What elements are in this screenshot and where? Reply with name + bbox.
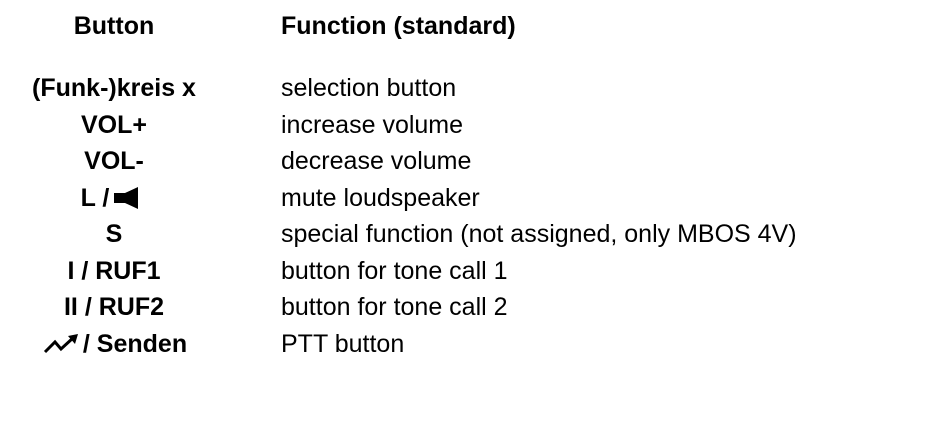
table-row: S special function (not assigned, only M…: [0, 216, 941, 253]
button-name: II / RUF2: [63, 293, 164, 321]
button-name: / Senden: [0, 326, 228, 362]
loudspeaker-icon: [111, 183, 147, 209]
button-name: L /: [0, 180, 228, 216]
button-function: button for tone call 1: [281, 256, 508, 285]
table-row: / Senden PTT button: [0, 326, 941, 363]
button-name: VOL+: [81, 110, 147, 139]
button-function: mute loudspeaker: [281, 183, 480, 212]
button-function: button for tone call 2: [281, 293, 508, 321]
button-name: VOL-: [84, 147, 144, 175]
table-row: (Funk-)kreis x selection button: [0, 70, 941, 107]
table-row: I / RUF1 button for tone call 1: [0, 253, 941, 290]
button-function-table: (Funk-)kreis x selection button VOL+ inc…: [0, 70, 941, 362]
table-row: II / RUF2 button for tone call 2: [0, 289, 941, 326]
header-function-column: Function (standard): [281, 12, 516, 40]
button-suffix: / Senden: [82, 329, 188, 358]
button-function: decrease volume: [281, 147, 472, 175]
table-header: Button Function (standard): [0, 8, 941, 44]
button-prefix: L /: [80, 183, 110, 212]
transmit-icon: [41, 329, 81, 353]
button-name: I / RUF1: [67, 256, 161, 285]
button-function: selection button: [281, 74, 457, 102]
button-name: S: [105, 220, 123, 248]
table-row: VOL- decrease volume: [0, 143, 941, 180]
table-row: VOL+ increase volume: [0, 107, 941, 144]
table-row: L / mute loudspeaker: [0, 180, 941, 217]
header-button-column: Button: [73, 12, 155, 40]
button-function: increase volume: [281, 110, 464, 139]
button-function: special function (not assigned, only MBO…: [281, 220, 797, 248]
button-name: (Funk-)kreis x: [32, 74, 196, 102]
button-function: PTT button: [281, 329, 405, 358]
